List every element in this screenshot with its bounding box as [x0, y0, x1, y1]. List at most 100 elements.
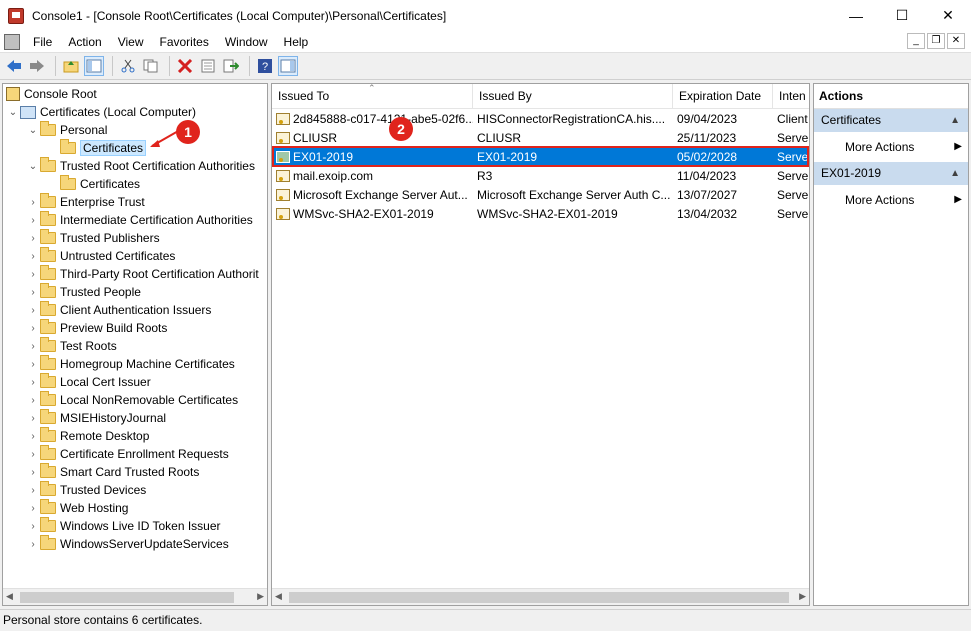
- expand-arrow-icon[interactable]: ›: [26, 341, 40, 352]
- cut-icon[interactable]: [118, 56, 138, 76]
- tree-item-trusted-root-certificates[interactable]: Certificates: [46, 175, 140, 193]
- table-row[interactable]: Microsoft Exchange Server Aut... Microsof…: [272, 186, 809, 205]
- table-row[interactable]: mail.exoip.com R3 11/04/2023 Serve: [272, 167, 809, 186]
- show-hide-action-pane-icon[interactable]: [278, 56, 298, 76]
- table-row[interactable]: WMSvc-SHA2-EX01-2019 WMSvc-SHA2-EX01-2019…: [272, 205, 809, 224]
- more-actions-certificates[interactable]: More Actions ▶: [814, 132, 968, 162]
- scroll-right-arrow-icon[interactable]: ▶: [257, 591, 264, 602]
- tree-item-store[interactable]: › Windows Live ID Token Issuer: [26, 517, 221, 535]
- scroll-right-arrow-icon[interactable]: ▶: [799, 591, 806, 602]
- menu-file[interactable]: File: [25, 31, 60, 53]
- tree-item-store[interactable]: › WindowsServerUpdateServices: [26, 535, 229, 553]
- tree-item-store[interactable]: › Trusted Publishers: [26, 229, 160, 247]
- list-horizontal-scrollbar[interactable]: ◀ ▶: [272, 588, 809, 605]
- column-expiration-date[interactable]: Expiration Date: [673, 84, 773, 109]
- tree-item-store[interactable]: › Web Hosting: [26, 499, 128, 517]
- svg-text:?: ?: [262, 61, 268, 73]
- expand-arrow-icon[interactable]: ›: [26, 197, 40, 208]
- expand-arrow-icon[interactable]: ›: [26, 395, 40, 406]
- actions-section-ex01-2019[interactable]: EX01-2019 ▲: [814, 162, 968, 185]
- column-issued-by[interactable]: Issued By: [473, 84, 673, 109]
- expand-arrow-icon[interactable]: ›: [26, 503, 40, 514]
- scroll-left-arrow-icon[interactable]: ◀: [275, 591, 282, 602]
- tree-item-personal-certificates[interactable]: Certificates: [46, 139, 147, 157]
- help-icon[interactable]: ?: [255, 56, 275, 76]
- expand-arrow-icon[interactable]: ›: [26, 485, 40, 496]
- expand-arrow-icon[interactable]: ›: [26, 233, 40, 244]
- scroll-thumb[interactable]: [20, 592, 234, 603]
- tree-item-store[interactable]: › Certificate Enrollment Requests: [26, 445, 229, 463]
- tree-item-store[interactable]: › Local Cert Issuer: [26, 373, 151, 391]
- expand-arrow-icon[interactable]: ›: [26, 413, 40, 424]
- expand-arrow-icon[interactable]: ›: [26, 287, 40, 298]
- table-row[interactable]: 2d845888-c017-4121-abe5-02f6... HISConnec…: [272, 110, 809, 129]
- expand-arrow-icon[interactable]: ›: [26, 215, 40, 226]
- column-issued-to[interactable]: Issued To ⌃: [272, 84, 473, 109]
- tree-item-store[interactable]: › Test Roots: [26, 337, 117, 355]
- back-icon[interactable]: [4, 56, 24, 76]
- forward-icon[interactable]: [27, 56, 47, 76]
- up-folder-icon[interactable]: [61, 56, 81, 76]
- tree-item-store[interactable]: › MSIEHistoryJournal: [26, 409, 166, 427]
- document-icon[interactable]: [4, 33, 20, 50]
- tree-item-store[interactable]: › Intermediate Certification Authorities: [26, 211, 253, 229]
- actions-section-certificates[interactable]: Certificates ▲: [814, 109, 968, 132]
- column-intended-purposes[interactable]: Inten: [773, 84, 809, 109]
- tree-item-personal[interactable]: ⌄ Personal: [26, 121, 107, 139]
- tree-horizontal-scrollbar[interactable]: ◀ ▶: [3, 588, 267, 605]
- tree-item-certificates-local-computer[interactable]: ⌄ Certificates (Local Computer): [6, 103, 196, 121]
- maximize-button[interactable]: ☐: [879, 0, 925, 31]
- tree-item-store[interactable]: › Smart Card Trusted Roots: [26, 463, 199, 481]
- tree-item-trusted-root[interactable]: ⌄ Trusted Root Certification Authorities: [26, 157, 255, 175]
- expand-arrow-icon[interactable]: ›: [26, 449, 40, 460]
- expand-arrow-icon[interactable]: ›: [26, 359, 40, 370]
- scroll-thumb[interactable]: [289, 592, 789, 603]
- collapse-arrow-icon[interactable]: ⌄: [26, 161, 40, 172]
- menu-help[interactable]: Help: [276, 31, 317, 53]
- expand-arrow-icon[interactable]: ›: [26, 305, 40, 316]
- certificate-list[interactable]: Issued To ⌃ Issued By Expiration Date Int…: [271, 83, 810, 606]
- expand-arrow-icon[interactable]: ›: [26, 269, 40, 280]
- scroll-left-arrow-icon[interactable]: ◀: [6, 591, 13, 602]
- tree-item-store[interactable]: › Local NonRemovable Certificates: [26, 391, 238, 409]
- copy-icon[interactable]: [141, 56, 161, 76]
- expand-arrow-icon[interactable]: ›: [26, 521, 40, 532]
- more-actions-ex01-2019[interactable]: More Actions ▶: [814, 185, 968, 215]
- tree-item-store[interactable]: › Client Authentication Issuers: [26, 301, 211, 319]
- console-tree[interactable]: Console Root ⌄ Certificates (Local Compu…: [2, 83, 268, 606]
- expand-arrow-icon[interactable]: ›: [26, 377, 40, 388]
- expand-arrow-icon[interactable]: ›: [26, 431, 40, 442]
- tree-item-store[interactable]: › Homegroup Machine Certificates: [26, 355, 235, 373]
- tree-item-console-root[interactable]: Console Root: [6, 85, 97, 103]
- delete-icon[interactable]: [175, 56, 195, 76]
- tree-item-store[interactable]: › Untrusted Certificates: [26, 247, 175, 265]
- expand-arrow-icon[interactable]: ›: [26, 323, 40, 334]
- tree-item-store[interactable]: › Trusted Devices: [26, 481, 146, 499]
- mdi-close-button[interactable]: ✕: [947, 33, 965, 49]
- mmc-app-icon[interactable]: [8, 7, 24, 24]
- collapse-arrow-icon[interactable]: ⌄: [6, 107, 20, 118]
- collapse-caret-icon[interactable]: ▲: [950, 162, 960, 185]
- tree-item-store[interactable]: › Preview Build Roots: [26, 319, 167, 337]
- table-cell: WMSvc-SHA2-EX01-2019: [473, 205, 673, 224]
- tree-item-store[interactable]: › Third-Party Root Certification Authorit: [26, 265, 259, 283]
- tree-item-store[interactable]: › Enterprise Trust: [26, 193, 145, 211]
- expand-arrow-icon[interactable]: ›: [26, 539, 40, 550]
- menu-action[interactable]: Action: [60, 31, 109, 53]
- mdi-minimize-button[interactable]: _: [907, 33, 925, 49]
- menu-window[interactable]: Window: [217, 31, 276, 53]
- close-button[interactable]: ✕: [925, 0, 971, 31]
- properties-icon[interactable]: [198, 56, 218, 76]
- expand-arrow-icon[interactable]: ›: [26, 251, 40, 262]
- expand-arrow-icon[interactable]: ›: [26, 467, 40, 478]
- collapse-caret-icon[interactable]: ▲: [950, 109, 960, 132]
- show-hide-tree-icon[interactable]: [84, 56, 104, 76]
- tree-item-store[interactable]: › Trusted People: [26, 283, 141, 301]
- collapse-arrow-icon[interactable]: ⌄: [26, 125, 40, 136]
- tree-item-store[interactable]: › Remote Desktop: [26, 427, 149, 445]
- export-icon[interactable]: [221, 56, 241, 76]
- mdi-restore-button[interactable]: ❐: [927, 33, 945, 49]
- menu-favorites[interactable]: Favorites: [152, 31, 217, 53]
- menu-view[interactable]: View: [110, 31, 152, 53]
- minimize-button[interactable]: —: [833, 0, 879, 31]
